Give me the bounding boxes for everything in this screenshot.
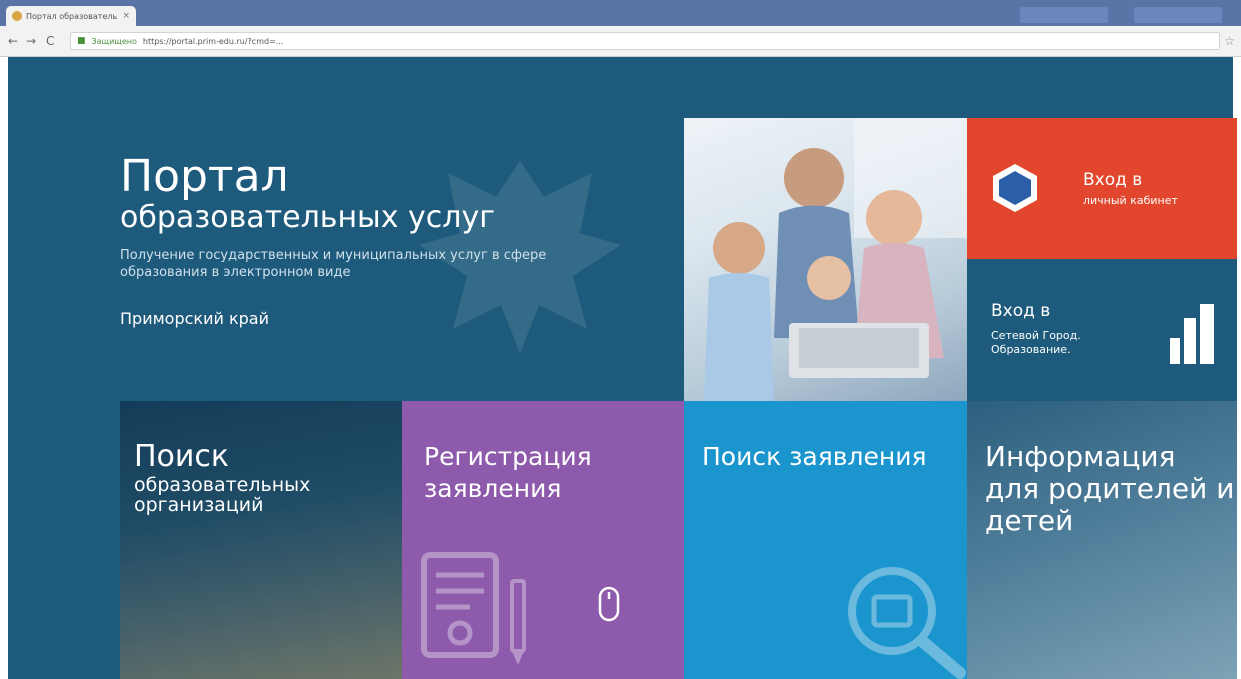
- page-title: Портал: [120, 151, 289, 202]
- page-description: Получение государственных и муниципальны…: [120, 248, 547, 280]
- browser-tabbar: Портал образовательн... ×: [0, 0, 1241, 26]
- netcity-logo-icon: [1170, 304, 1214, 364]
- family-photo: [684, 118, 967, 401]
- address-bar: ← → C ■ Защищено https://portal.prim-edu…: [0, 26, 1241, 57]
- magnifier-icon: [848, 567, 966, 679]
- netcity-login-title: Вход в: [991, 301, 1051, 321]
- gosuslugi-login-subtitle: личный кабинет: [1083, 194, 1178, 207]
- search-orgs-subtitle: образовательных организаций: [134, 474, 311, 516]
- forward-button[interactable]: →: [26, 34, 36, 48]
- gosuslugi-logo-icon: [993, 164, 1037, 212]
- reload-button[interactable]: C: [46, 34, 54, 48]
- mouse-icon: [598, 586, 620, 622]
- hero: Портал образовательных услуг Получение г…: [120, 153, 680, 329]
- page: Портал образовательных услуг Получение г…: [0, 57, 1241, 679]
- register-title: Регистрация заявления: [424, 442, 592, 503]
- document-icon: [421, 552, 526, 665]
- register-application-tile[interactable]: Регистрация заявления: [402, 401, 684, 679]
- netcity-login-tile[interactable]: Вход в Сетевой Город. Образование.: [967, 259, 1237, 401]
- search-app-title: Поиск заявления: [702, 442, 927, 471]
- url-text[interactable]: https://portal.prim-edu.ru/?cmd=...: [143, 37, 284, 46]
- back-button[interactable]: ←: [8, 34, 18, 48]
- region-label: Приморский край: [120, 309, 269, 328]
- netcity-login-subtitle: Сетевой Город. Образование.: [991, 329, 1081, 356]
- favicon-icon: [12, 11, 22, 21]
- security-label: Защищено: [91, 36, 137, 46]
- gosuslugi-login-title: Вход в: [1083, 170, 1143, 190]
- search-application-tile[interactable]: Поиск заявления: [684, 401, 967, 679]
- lock-icon: ■: [77, 36, 86, 46]
- url-field[interactable]: ■ Защищено https://portal.prim-edu.ru/?c…: [70, 32, 1220, 50]
- page-edge: [0, 57, 8, 679]
- window-control[interactable]: [1134, 7, 1222, 23]
- gosuslugi-login-tile[interactable]: Вход в личный кабинет: [967, 118, 1237, 259]
- info-title: Информация для родителей и детей: [985, 440, 1235, 537]
- tab-title: Портал образовательн...: [26, 11, 118, 21]
- search-orgs-title: Поиск: [134, 439, 230, 474]
- search-organizations-tile[interactable]: Поиск образовательных организаций: [120, 401, 402, 679]
- tab-close-icon[interactable]: ×: [122, 11, 130, 21]
- info-parents-tile[interactable]: Информация для родителей и детей: [967, 401, 1237, 679]
- page-subtitle: образовательных услуг: [120, 200, 495, 235]
- browser-tab[interactable]: Портал образовательн... ×: [6, 6, 136, 26]
- bookmark-star-icon[interactable]: ☆: [1224, 34, 1235, 48]
- window-control[interactable]: [1020, 7, 1108, 23]
